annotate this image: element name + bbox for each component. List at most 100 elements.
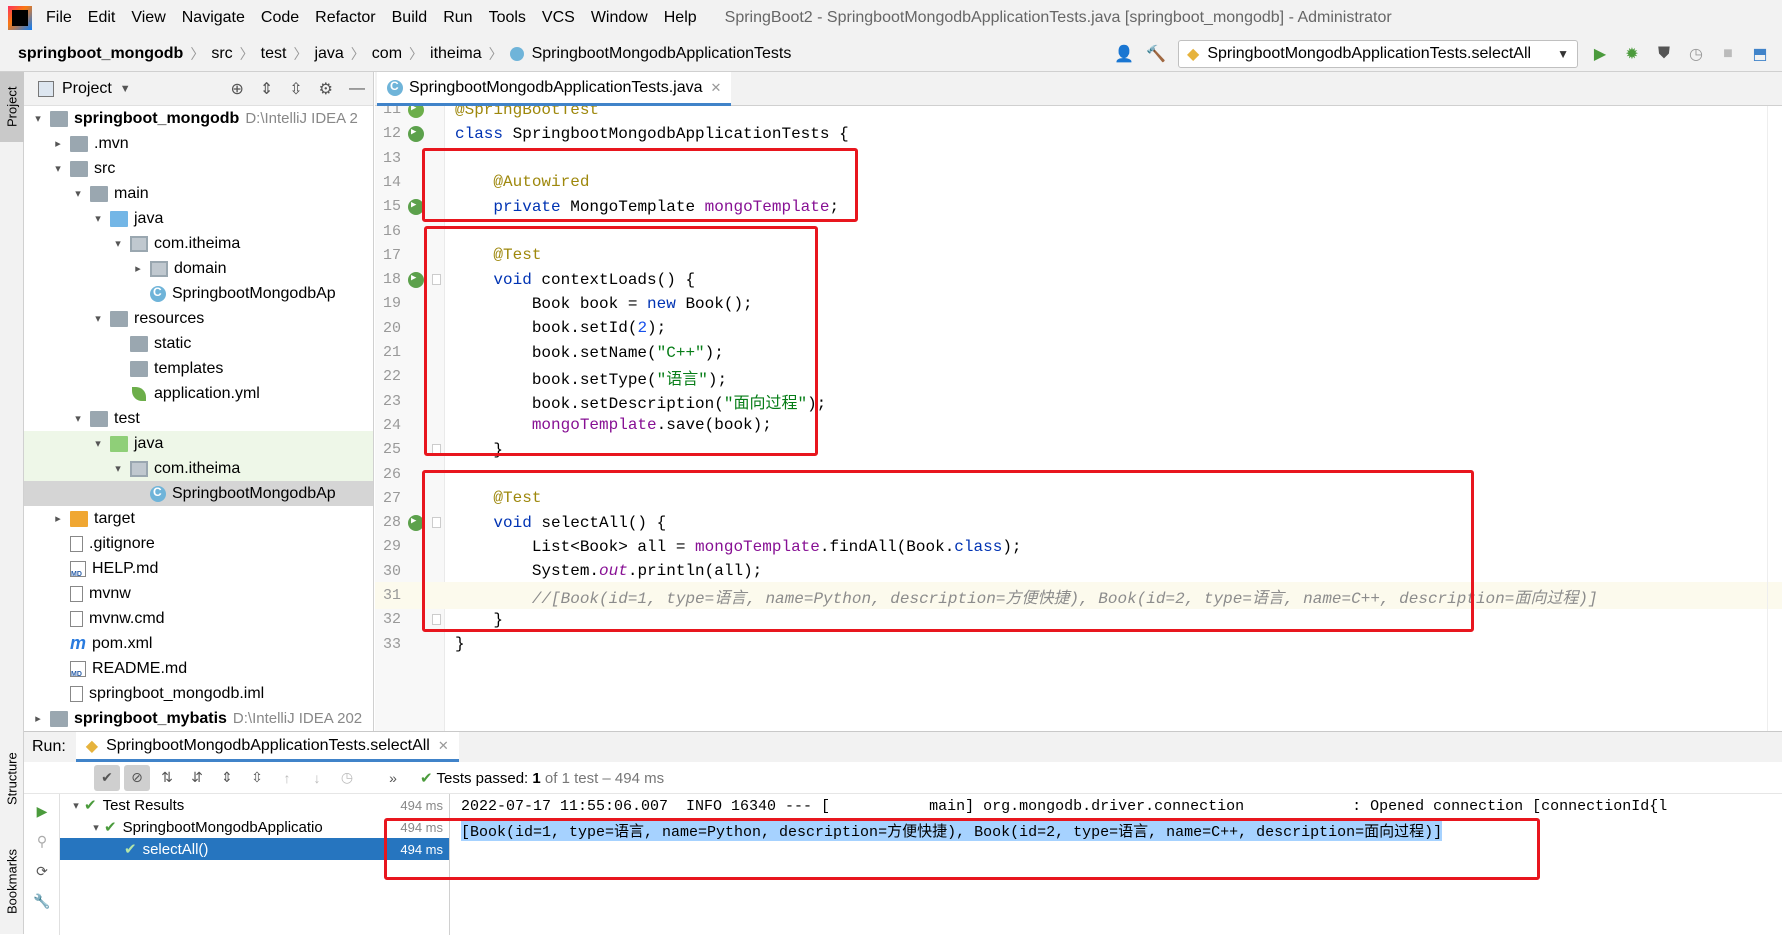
rerun-icon[interactable] — [64, 765, 90, 791]
project-panel-title[interactable]: Project — [62, 80, 112, 98]
console-output[interactable]: 2022-07-17 11:55:06.007 INFO 16340 --- [… — [451, 794, 1782, 935]
menu-code[interactable]: Code — [253, 9, 307, 27]
collapse-all-icon[interactable]: ⇳ — [244, 765, 270, 791]
gear-icon[interactable]: ⚙ — [319, 79, 333, 99]
user-icon[interactable]: 👤 — [1113, 43, 1135, 65]
more-icon[interactable]: » — [380, 765, 406, 791]
restore-layout-icon[interactable]: ⟳ — [29, 858, 55, 884]
code-line[interactable]: 15 private MongoTemplate mongoTemplate; — [375, 193, 1782, 220]
project-tree-item[interactable]: ▾ src — [24, 156, 373, 181]
menu-build[interactable]: Build — [384, 9, 436, 27]
breadcrumb-item[interactable]: itheima — [426, 45, 486, 63]
project-tree-item[interactable]: templates — [24, 356, 373, 381]
chevron-right-icon[interactable]: ▸ — [50, 512, 66, 525]
show-passed-icon[interactable]: ✔ — [94, 764, 120, 791]
side-tab-bookmarks[interactable]: Bookmarks — [0, 834, 24, 929]
menu-refactor[interactable]: Refactor — [307, 9, 383, 27]
chevron-down-icon[interactable]: ▾ — [88, 821, 104, 834]
project-tree-item[interactable]: ▾ test — [24, 406, 373, 431]
menu-run[interactable]: Run — [435, 9, 480, 27]
profile-icon[interactable]: ◷ — [1685, 43, 1707, 65]
menu-tools[interactable]: Tools — [481, 9, 534, 27]
code-editor[interactable]: 11 @SpringBootTest 12 class SpringbootMongo… — [375, 106, 1782, 731]
menu-navigate[interactable]: Navigate — [174, 9, 253, 27]
fold-marker-icon[interactable] — [432, 614, 441, 626]
project-tree-item[interactable]: m pom.xml — [24, 631, 373, 656]
project-tree-item[interactable]: ▾ resources — [24, 306, 373, 331]
breadcrumb-item[interactable]: springboot_mongodb — [14, 45, 187, 63]
chevron-down-icon[interactable]: ▾ — [90, 312, 106, 325]
chevron-down-icon[interactable]: ▾ — [90, 212, 106, 225]
project-tree-item[interactable]: SpringbootMongodbAp — [24, 481, 373, 506]
project-tree-item[interactable]: HELP.md — [24, 556, 373, 581]
expand-all-icon[interactable]: ⇕ — [214, 765, 240, 791]
collapse-all-icon[interactable]: ⇳ — [289, 79, 302, 99]
chevron-right-icon[interactable]: ▸ — [50, 137, 66, 150]
test-result-item[interactable]: ▾ ✔ Test Results 494 ms — [60, 794, 449, 816]
code-line[interactable]: 33} — [375, 631, 1782, 658]
project-tree-item[interactable]: .gitignore — [24, 531, 373, 556]
sort-alpha-icon[interactable]: ⇅ — [154, 765, 180, 791]
code-line[interactable]: 26 — [375, 461, 1782, 488]
chevron-down-icon[interactable]: ▾ — [90, 437, 106, 450]
run-icon[interactable]: ▶ — [29, 798, 55, 824]
project-tree-item[interactable]: SpringbootMongodbAp — [24, 281, 373, 306]
next-failed-icon[interactable]: ↓ — [304, 765, 330, 791]
code-line[interactable]: 13 — [375, 145, 1782, 172]
code-line[interactable]: 27 @Test — [375, 485, 1782, 512]
hide-icon[interactable]: — — [349, 80, 365, 98]
spring-bean-icon[interactable] — [408, 106, 424, 118]
code-line[interactable]: 30 System.out.println(all); — [375, 558, 1782, 585]
project-tree-item[interactable]: ▾ java — [24, 206, 373, 231]
stop-icon[interactable]: ■ — [1717, 43, 1739, 65]
close-icon[interactable]: ✕ — [438, 738, 449, 754]
project-tree-item[interactable]: application.yml — [24, 381, 373, 406]
project-tree-item[interactable]: ▾ com.itheima — [24, 456, 373, 481]
menu-help[interactable]: Help — [656, 9, 705, 27]
expand-all-icon[interactable]: ⇕ — [260, 79, 273, 99]
build-hammer-icon[interactable]: 🔨 — [1145, 43, 1167, 65]
fold-marker-icon[interactable] — [432, 444, 441, 456]
project-tree-item[interactable]: ▸ domain — [24, 256, 373, 281]
code-line[interactable]: 25 } — [375, 436, 1782, 463]
code-line[interactable]: 16 — [375, 218, 1782, 245]
fold-marker-icon[interactable] — [432, 274, 441, 286]
debug-icon[interactable]: ✹ — [1621, 43, 1643, 65]
run-test-gutter-icon[interactable] — [408, 125, 424, 142]
breadcrumb-item[interactable]: java — [310, 45, 347, 63]
menu-window[interactable]: Window — [583, 9, 656, 27]
code-line[interactable]: 18 void contextLoads() { — [375, 266, 1782, 293]
chevron-down-icon[interactable]: ▼ — [120, 83, 131, 95]
chevron-down-icon[interactable]: ▾ — [70, 412, 86, 425]
project-tree-item[interactable]: ▸ springboot_mybatis D:\IntelliJ IDEA 202 — [24, 706, 373, 731]
code-line[interactable]: 14 @Autowired — [375, 169, 1782, 196]
project-tree-item[interactable]: ▾ com.itheima — [24, 231, 373, 256]
project-structure-icon[interactable]: ⬒ — [1749, 43, 1771, 65]
breadcrumb-item[interactable]: SpringbootMongodbApplicationTests — [528, 45, 796, 63]
run-icon[interactable]: ▶ — [1589, 43, 1611, 65]
code-line[interactable]: 31 //[Book(id=1, type=语言, name=Python, d… — [375, 582, 1782, 609]
coverage-icon[interactable]: ⛊ — [1653, 43, 1675, 65]
run-configuration-select[interactable]: ◆ SpringbootMongodbApplicationTests.sele… — [1178, 40, 1578, 68]
show-ignored-icon[interactable]: ⊘ — [124, 764, 150, 791]
sort-duration-icon[interactable]: ⇵ — [184, 765, 210, 791]
autowired-bean-icon[interactable] — [408, 198, 424, 215]
code-line[interactable]: 24 mongoTemplate.save(book); — [375, 412, 1782, 439]
chevron-down-icon[interactable]: ▾ — [68, 799, 84, 812]
close-icon[interactable]: ✕ — [711, 80, 722, 96]
fold-marker-icon[interactable] — [432, 517, 441, 529]
breadcrumb-item[interactable]: test — [257, 45, 291, 63]
code-line[interactable]: 19 Book book = new Book(); — [375, 290, 1782, 317]
chevron-down-icon[interactable]: ▾ — [110, 462, 126, 475]
side-tab-project[interactable]: Project — [0, 72, 24, 142]
run-test-gutter-icon[interactable] — [408, 271, 424, 288]
breadcrumb-item[interactable]: src — [207, 45, 236, 63]
menu-vcs[interactable]: VCS — [534, 9, 583, 27]
menu-edit[interactable]: Edit — [80, 9, 124, 27]
project-tree-item[interactable]: ▾ java — [24, 431, 373, 456]
code-line[interactable]: 29 List<Book> all = mongoTemplate.findAl… — [375, 533, 1782, 560]
code-line[interactable]: 23 book.setDescription("面向过程"); — [375, 388, 1782, 415]
menu-file[interactable]: File — [38, 9, 80, 27]
project-tree-item[interactable]: ▾ springboot_mongodb D:\IntelliJ IDEA 2 — [24, 106, 373, 131]
code-line[interactable]: 17 @Test — [375, 242, 1782, 269]
